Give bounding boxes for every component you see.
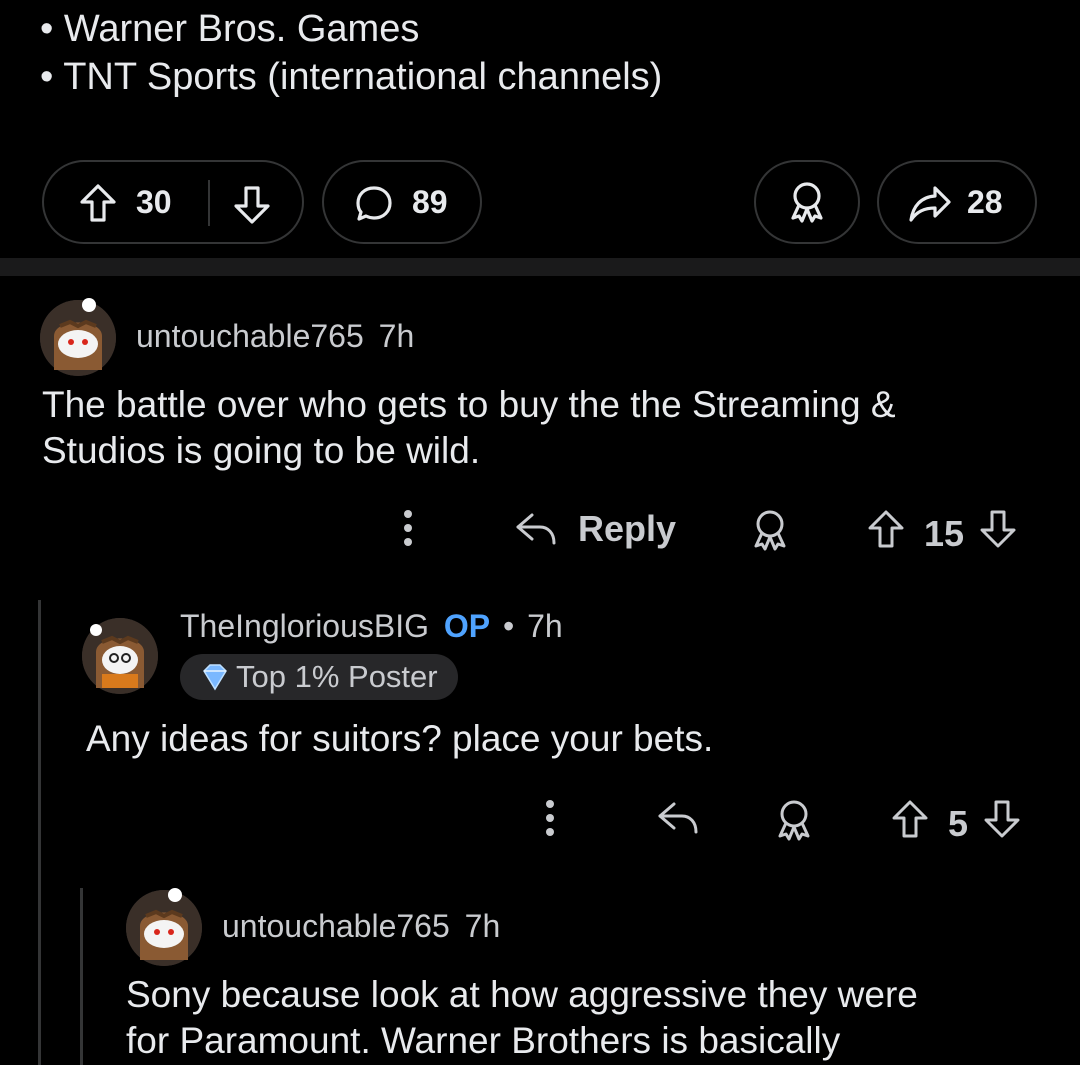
reply-icon bbox=[516, 513, 556, 545]
avatar-snoo-icon bbox=[40, 300, 116, 376]
online-dot bbox=[82, 298, 96, 312]
upvote-button[interactable] bbox=[78, 182, 118, 232]
post-bullet-1: • Warner Bros. Games bbox=[40, 8, 419, 51]
avatar-accessory bbox=[90, 624, 102, 636]
comment-time: 7h bbox=[527, 608, 563, 644]
reply-label: Reply bbox=[578, 508, 677, 549]
op-badge: OP bbox=[443, 608, 491, 644]
share-icon bbox=[909, 186, 951, 222]
avatar-snoo-icon bbox=[126, 890, 202, 966]
comment-icon bbox=[356, 186, 392, 221]
upvote-button[interactable] bbox=[866, 508, 906, 559]
comment-body: The battle over who gets to buy the the … bbox=[42, 382, 896, 474]
comment-vote-count: 15 bbox=[924, 512, 965, 554]
upvote-icon bbox=[868, 510, 904, 548]
award-icon bbox=[791, 182, 823, 223]
thread-line[interactable] bbox=[38, 600, 41, 1065]
downvote-button[interactable] bbox=[982, 798, 1022, 849]
comment-line: The battle over who gets to buy the the … bbox=[42, 384, 896, 425]
flair-diamond-icon bbox=[203, 664, 227, 691]
downvote-button[interactable] bbox=[978, 508, 1018, 559]
downvote-icon bbox=[234, 186, 270, 224]
share-count: 28 bbox=[967, 184, 1003, 220]
user-flair[interactable]: Top 1% Poster bbox=[180, 654, 458, 700]
more-icon bbox=[546, 800, 554, 836]
header-separator: • bbox=[503, 608, 515, 644]
post-bullet-2: • TNT Sports (international channels) bbox=[40, 56, 662, 99]
award-icon bbox=[778, 800, 810, 841]
avatar[interactable] bbox=[126, 888, 202, 966]
upvote-button[interactable] bbox=[890, 798, 930, 849]
award-button[interactable] bbox=[774, 798, 814, 842]
bullet-marker: • bbox=[40, 56, 54, 98]
post-vote-pill: 30 bbox=[42, 160, 304, 244]
comment-line: Any ideas for suitors? place your bets. bbox=[86, 718, 714, 759]
downvote-button[interactable] bbox=[232, 184, 272, 234]
reply-button[interactable] bbox=[656, 798, 700, 838]
downvote-icon bbox=[980, 510, 1016, 548]
comment-line: Sony because look at how aggressive they… bbox=[126, 974, 918, 1015]
bullet-text: TNT Sports (international channels) bbox=[63, 56, 663, 98]
award-button[interactable] bbox=[754, 160, 860, 244]
comment-time: 7h bbox=[464, 908, 501, 944]
share-button[interactable]: 28 bbox=[877, 160, 1037, 244]
comment-body: Any ideas for suitors? place your bets. bbox=[86, 716, 713, 762]
more-icon bbox=[404, 510, 412, 546]
reply-button[interactable]: Reply bbox=[514, 508, 676, 550]
more-options-button[interactable] bbox=[540, 798, 560, 838]
upvote-icon bbox=[80, 184, 116, 222]
award-icon bbox=[754, 510, 786, 551]
avatar[interactable] bbox=[40, 298, 116, 376]
online-dot bbox=[168, 888, 182, 902]
section-divider bbox=[0, 258, 1080, 276]
flair-text: Top 1% Poster bbox=[236, 659, 438, 694]
bullet-text: Warner Bros. Games bbox=[63, 8, 420, 50]
post-vote-count: 30 bbox=[136, 184, 172, 220]
comment-vote-count: 5 bbox=[948, 802, 969, 844]
comment-header: TheIngloriousBIG OP • 7h bbox=[180, 608, 563, 645]
comment-body: Sony because look at how aggressive they… bbox=[126, 972, 918, 1064]
bullet-marker: • bbox=[40, 8, 54, 50]
thread-line[interactable] bbox=[80, 888, 83, 1065]
comment-username[interactable]: untouchable765 bbox=[136, 318, 364, 354]
vote-divider bbox=[208, 180, 210, 226]
comment-username[interactable]: untouchable765 bbox=[222, 908, 450, 944]
comment-count: 89 bbox=[412, 184, 448, 220]
comment-vote-group: 15 bbox=[866, 508, 1018, 559]
comment-username[interactable]: TheIngloriousBIG bbox=[180, 608, 429, 644]
comments-button[interactable]: 89 bbox=[322, 160, 482, 244]
comment-time: 7h bbox=[378, 318, 415, 354]
more-options-button[interactable] bbox=[398, 508, 418, 548]
reply-icon bbox=[658, 802, 698, 834]
comment-header: untouchable765 7h bbox=[136, 318, 414, 355]
comment-vote-group: 5 bbox=[890, 798, 1022, 849]
avatar[interactable] bbox=[82, 618, 158, 694]
downvote-icon bbox=[984, 800, 1020, 838]
upvote-icon bbox=[892, 800, 928, 838]
comment-header: untouchable765 7h bbox=[222, 908, 500, 945]
comment-line: for Paramount. Warner Brothers is basica… bbox=[126, 1020, 841, 1061]
award-button[interactable] bbox=[750, 508, 790, 552]
comment-line: Studios is going to be wild. bbox=[42, 430, 481, 471]
